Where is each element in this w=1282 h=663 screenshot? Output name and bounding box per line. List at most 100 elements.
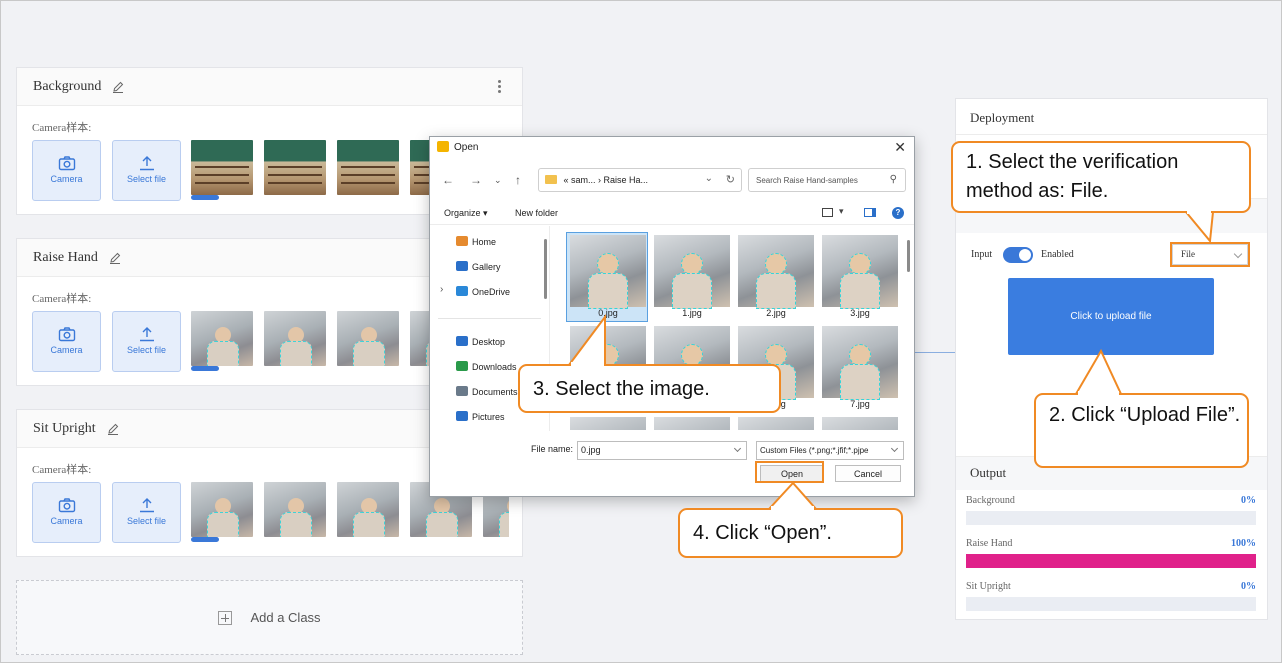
output-bar (966, 511, 1256, 525)
nav-item-label: Desktop (472, 337, 506, 347)
help-icon[interactable]: ? (892, 207, 904, 219)
address-bar[interactable]: « sam... › Raise Ha... ⌄ ↻ (538, 168, 742, 192)
file-name-input[interactable]: 0.jpg (577, 441, 747, 460)
preview-pane-icon[interactable] (864, 208, 876, 217)
chevron-down-icon[interactable]: ⌄ (705, 173, 713, 184)
file-name: 1.jpg (682, 308, 702, 318)
deployment-title: Deployment (970, 110, 1035, 125)
up-icon[interactable]: ↑ (515, 173, 521, 187)
file-thumbnail[interactable] (822, 417, 898, 430)
callout-step-1-text: 1. Select the verification method as: Fi… (966, 151, 1179, 202)
camera-button[interactable]: Camera (32, 140, 101, 201)
scroll-indicator[interactable] (191, 195, 219, 200)
sample-thumbnail[interactable] (264, 482, 326, 537)
open-button-highlight (755, 461, 824, 483)
select-file-button[interactable]: Select file (112, 482, 181, 543)
command-bar: Organize ▾ New folder ▾ ? (430, 203, 914, 225)
camera-samples-label: Camera样本: (32, 293, 92, 305)
divider (956, 134, 1267, 135)
sample-thumbnail[interactable] (337, 311, 399, 366)
nav-item-home[interactable]: Home (456, 236, 496, 247)
sample-thumbnail[interactable] (191, 482, 253, 537)
output-percentage: 100% (1231, 538, 1256, 549)
add-class-label: Add a Class (250, 610, 321, 625)
file-thumbnail[interactable] (738, 417, 814, 430)
camera-button[interactable]: Camera (32, 482, 101, 543)
file-thumbnail[interactable] (822, 235, 898, 309)
nav-scrollbar[interactable] (544, 239, 547, 299)
pictures-icon (456, 411, 468, 421)
add-class-button[interactable]: Add a Class (16, 580, 523, 655)
class-title: Raise Hand (33, 249, 98, 265)
edit-icon[interactable] (111, 80, 125, 94)
more-options-icon[interactable] (498, 80, 502, 94)
address-path: « sam... › Raise Ha... (563, 175, 649, 185)
scroll-indicator[interactable] (191, 366, 219, 371)
new-folder-button[interactable]: New folder (515, 208, 558, 218)
home-icon (456, 236, 468, 246)
nav-item-label: Gallery (472, 262, 501, 272)
chevron-down-icon[interactable] (890, 444, 899, 453)
view-icon[interactable] (822, 208, 833, 217)
nav-item-onedrive[interactable]: OneDrive (456, 286, 510, 297)
sample-thumbnail[interactable] (337, 140, 399, 195)
file-thumbnail[interactable] (822, 326, 898, 400)
edit-icon[interactable] (106, 422, 120, 436)
upload-file-button[interactable]: Click to upload file (1008, 278, 1214, 355)
select-file-button[interactable]: Select file (112, 140, 181, 201)
nav-item-label: Documents (472, 387, 518, 397)
camera-button[interactable]: Camera (32, 311, 101, 372)
search-input[interactable]: Search Raise Hand-samples ⚲ (748, 168, 906, 192)
class-title: Sit Upright (33, 420, 96, 436)
chevron-right-icon[interactable]: › (440, 284, 443, 295)
camera-icon (58, 327, 75, 342)
close-icon[interactable]: ✕ (894, 139, 906, 156)
upload-icon (139, 327, 154, 342)
navigation-bar: ← → ⌄ ↑ « sam... › Raise Ha... ⌄ ↻ Searc… (430, 165, 914, 197)
select-file-button[interactable]: Select file (112, 311, 181, 372)
select-file-label: Select file (126, 174, 167, 184)
refresh-icon[interactable]: ↻ (726, 173, 735, 186)
file-thumbnail[interactable] (654, 235, 730, 309)
upload-icon (139, 156, 154, 171)
sample-thumbnail[interactable] (191, 140, 253, 195)
nav-item-downloads[interactable]: Downloads (456, 361, 517, 372)
recent-dropdown-icon[interactable]: ⌄ (494, 175, 502, 186)
callout-step-3: 3. Select the image. (518, 364, 781, 413)
class-title: Background (33, 78, 102, 94)
sample-thumbnail[interactable] (264, 140, 326, 195)
output-title: Output (970, 465, 1007, 480)
back-icon[interactable]: ← (442, 173, 454, 187)
nav-item-label: Downloads (472, 362, 517, 372)
cancel-button[interactable]: Cancel (835, 465, 901, 482)
file-name-value: 0.jpg (581, 445, 601, 455)
sample-thumbnail[interactable] (191, 311, 253, 366)
sample-thumbnail[interactable] (337, 482, 399, 537)
organize-menu[interactable]: Organize ▾ (444, 208, 488, 219)
file-thumbnail[interactable] (654, 417, 730, 430)
chevron-down-icon[interactable]: ▾ (839, 206, 844, 217)
file-thumbnail[interactable] (570, 235, 646, 309)
scroll-indicator[interactable] (191, 537, 219, 542)
file-type-filter[interactable]: Custom Files (*.png;*.jfif;*.pjpe (756, 441, 904, 460)
nav-item-documents[interactable]: Documents (456, 386, 518, 397)
nav-item-pictures[interactable]: Pictures (456, 411, 505, 422)
file-thumbnail[interactable] (570, 417, 646, 430)
chevron-down-icon[interactable] (733, 444, 742, 453)
sample-thumbnail[interactable] (264, 311, 326, 366)
output-bar-fill (966, 554, 1256, 568)
open-file-dialog: Open ✕ ← → ⌄ ↑ « sam... › Raise Ha... ⌄ … (429, 136, 915, 497)
search-placeholder: Search Raise Hand-samples (756, 176, 858, 185)
forward-icon[interactable]: → (470, 173, 482, 187)
files-scrollbar[interactable] (907, 240, 910, 272)
edit-icon[interactable] (108, 251, 122, 265)
output-class-name: Raise Hand (966, 538, 1013, 549)
camera-icon (58, 156, 75, 171)
input-toggle[interactable] (1003, 247, 1033, 263)
output-class-name: Background (966, 495, 1015, 506)
nav-item-gallery[interactable]: Gallery (456, 261, 501, 272)
file-thumbnail[interactable] (738, 235, 814, 309)
output-percentage: 0% (1241, 581, 1256, 592)
camera-icon (58, 498, 75, 513)
nav-item-desktop[interactable]: Desktop (456, 336, 505, 347)
